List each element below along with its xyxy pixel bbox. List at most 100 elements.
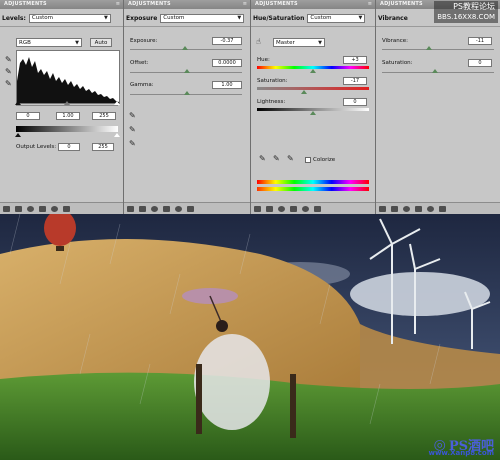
hue-field[interactable]: +3 [343,56,367,64]
panel-menu-icon[interactable]: ≡ [243,2,247,7]
white-eyedropper-icon[interactable]: ✎ [129,140,136,148]
chevron-down-icon: ▼ [237,15,242,21]
exposure-slider-handle[interactable] [182,46,188,50]
clip-icon[interactable] [415,205,422,212]
site-logo: ◎ PS酒吧 www.Xanp8.com [428,435,494,458]
output-black-field[interactable]: 0 [58,143,80,151]
output-levels-label: Output Levels: [16,144,57,150]
huesat-channel-select[interactable]: Master ▼ [273,38,325,47]
vibrance-field[interactable]: -11 [468,37,492,45]
clip-icon[interactable] [163,205,170,212]
vibrance-saturation-slider-handle[interactable] [432,69,438,73]
vibrance-panel-label: Vibrance [378,14,408,22]
huesat-preset-value: Custom [310,15,332,21]
gamma-label: Gamma: [130,82,154,88]
huesat-preset-select[interactable]: Custom ▼ [307,13,366,23]
hue-range-bar-bottom [257,187,369,191]
panel-bottom-toolbar [124,202,250,214]
offset-slider-handle[interactable] [184,69,190,73]
return-icon[interactable] [127,205,134,212]
auto-button[interactable]: Auto [90,38,112,47]
gamma-slider-handle[interactable] [184,91,190,95]
input-gamma-handle[interactable] [64,101,70,105]
forum-watermark: PS教程论坛 BBS.16XX8.COM [434,1,498,23]
hue-saturation-panel: ADJUSTMENTS ≡ Hue/Saturation Custom ▼ ☝ … [251,0,376,214]
eyedropper-icon[interactable]: ✎ [259,155,266,163]
panel-title: ADJUSTMENTS [124,0,250,9]
output-white-field[interactable]: 255 [92,143,114,151]
output-white-handle[interactable] [114,133,120,137]
clip-icon[interactable] [39,205,46,212]
visibility-icon[interactable] [151,205,158,212]
trash-icon[interactable] [187,205,194,212]
visibility-icon[interactable] [27,205,34,212]
input-white-field[interactable]: 255 [92,112,116,120]
hue-range-bar-top [257,180,369,184]
offset-label: Offset: [130,60,149,66]
exposure-header: Exposure Custom ▼ [126,12,245,24]
visibility-icon[interactable] [403,205,410,212]
adjustment-panels: ADJUSTMENTS ≡ Levels: Custom ▼ RGB ▼ Aut… [0,0,500,214]
expand-icon[interactable] [139,205,146,212]
cloud [350,272,490,316]
levels-preset-value: Custom [31,15,53,21]
trash-icon[interactable] [314,205,321,212]
white-eyedropper-icon[interactable]: ✎ [5,80,12,88]
gray-eyedropper-icon[interactable]: ✎ [129,126,136,134]
colorize-checkbox[interactable] [305,157,311,163]
lightness-field[interactable]: 0 [343,98,367,106]
saturation-slider-handle[interactable] [301,90,307,94]
panel-menu-icon[interactable]: ≡ [368,2,372,7]
trash-icon[interactable] [63,205,70,212]
input-white-handle[interactable] [114,101,120,105]
levels-preset-select[interactable]: Custom ▼ [28,13,111,23]
watermark-line2: BBS.16XX8.COM [437,13,495,21]
expand-icon[interactable] [391,205,398,212]
gray-eyedropper-icon[interactable]: ✎ [5,68,12,76]
panel-menu-icon[interactable]: ≡ [116,2,120,7]
reset-icon[interactable] [302,205,309,212]
vibrance-panel: ADJUSTMENTS Vibrance Vibrance: -11 Satur… [376,0,500,214]
levels-panel: ADJUSTMENTS ≡ Levels: Custom ▼ RGB ▼ Aut… [0,0,124,214]
expand-icon[interactable] [15,205,22,212]
vibrance-header: Vibrance [378,12,411,24]
saturation-field[interactable]: -17 [343,77,367,85]
saturation-slider-track [257,87,369,90]
exposure-label: Exposure: [130,38,158,44]
vibrance-saturation-field[interactable]: 0 [468,59,492,67]
black-eyedropper-icon[interactable]: ✎ [129,112,136,120]
vibrance-slider-handle[interactable] [426,46,432,50]
black-eyedropper-icon[interactable]: ✎ [5,56,12,64]
eyedropper-plus-icon[interactable]: ✎ [273,155,280,163]
eyedropper-minus-icon[interactable]: ✎ [287,155,294,163]
reset-icon[interactable] [51,205,58,212]
offset-field[interactable]: 0.0000 [212,59,242,67]
return-icon[interactable] [254,205,261,212]
lightness-slider-handle[interactable] [310,111,316,115]
reset-icon[interactable] [175,205,182,212]
return-icon[interactable] [379,205,386,212]
channel-select[interactable]: RGB ▼ [16,38,82,47]
exposure-field[interactable]: -0.37 [212,37,242,45]
exposure-panel-label: Exposure [126,14,158,22]
input-gamma-field[interactable]: 1.00 [56,112,80,120]
expand-icon[interactable] [266,205,273,212]
visibility-icon[interactable] [278,205,285,212]
panel-bottom-toolbar [251,202,375,214]
targeted-adjustment-hand-icon[interactable]: ☝ [256,38,261,46]
exposure-preset-select[interactable]: Custom ▼ [160,13,245,23]
vibrance-saturation-label: Saturation: [382,60,413,66]
clip-icon[interactable] [290,205,297,212]
hue-slider-handle[interactable] [310,69,316,73]
trash-icon[interactable] [439,205,446,212]
histogram-graph [17,57,119,103]
input-black-field[interactable]: 0 [16,112,40,120]
reset-icon[interactable] [427,205,434,212]
histogram [16,50,120,104]
return-icon[interactable] [3,205,10,212]
input-black-handle[interactable] [15,101,21,105]
composite-photo: ◎ PS酒吧 www.Xanp8.com [0,214,500,460]
huesat-header: Hue/Saturation Custom ▼ [253,12,366,24]
output-black-handle[interactable] [15,133,21,137]
gamma-field[interactable]: 1.00 [212,81,242,89]
